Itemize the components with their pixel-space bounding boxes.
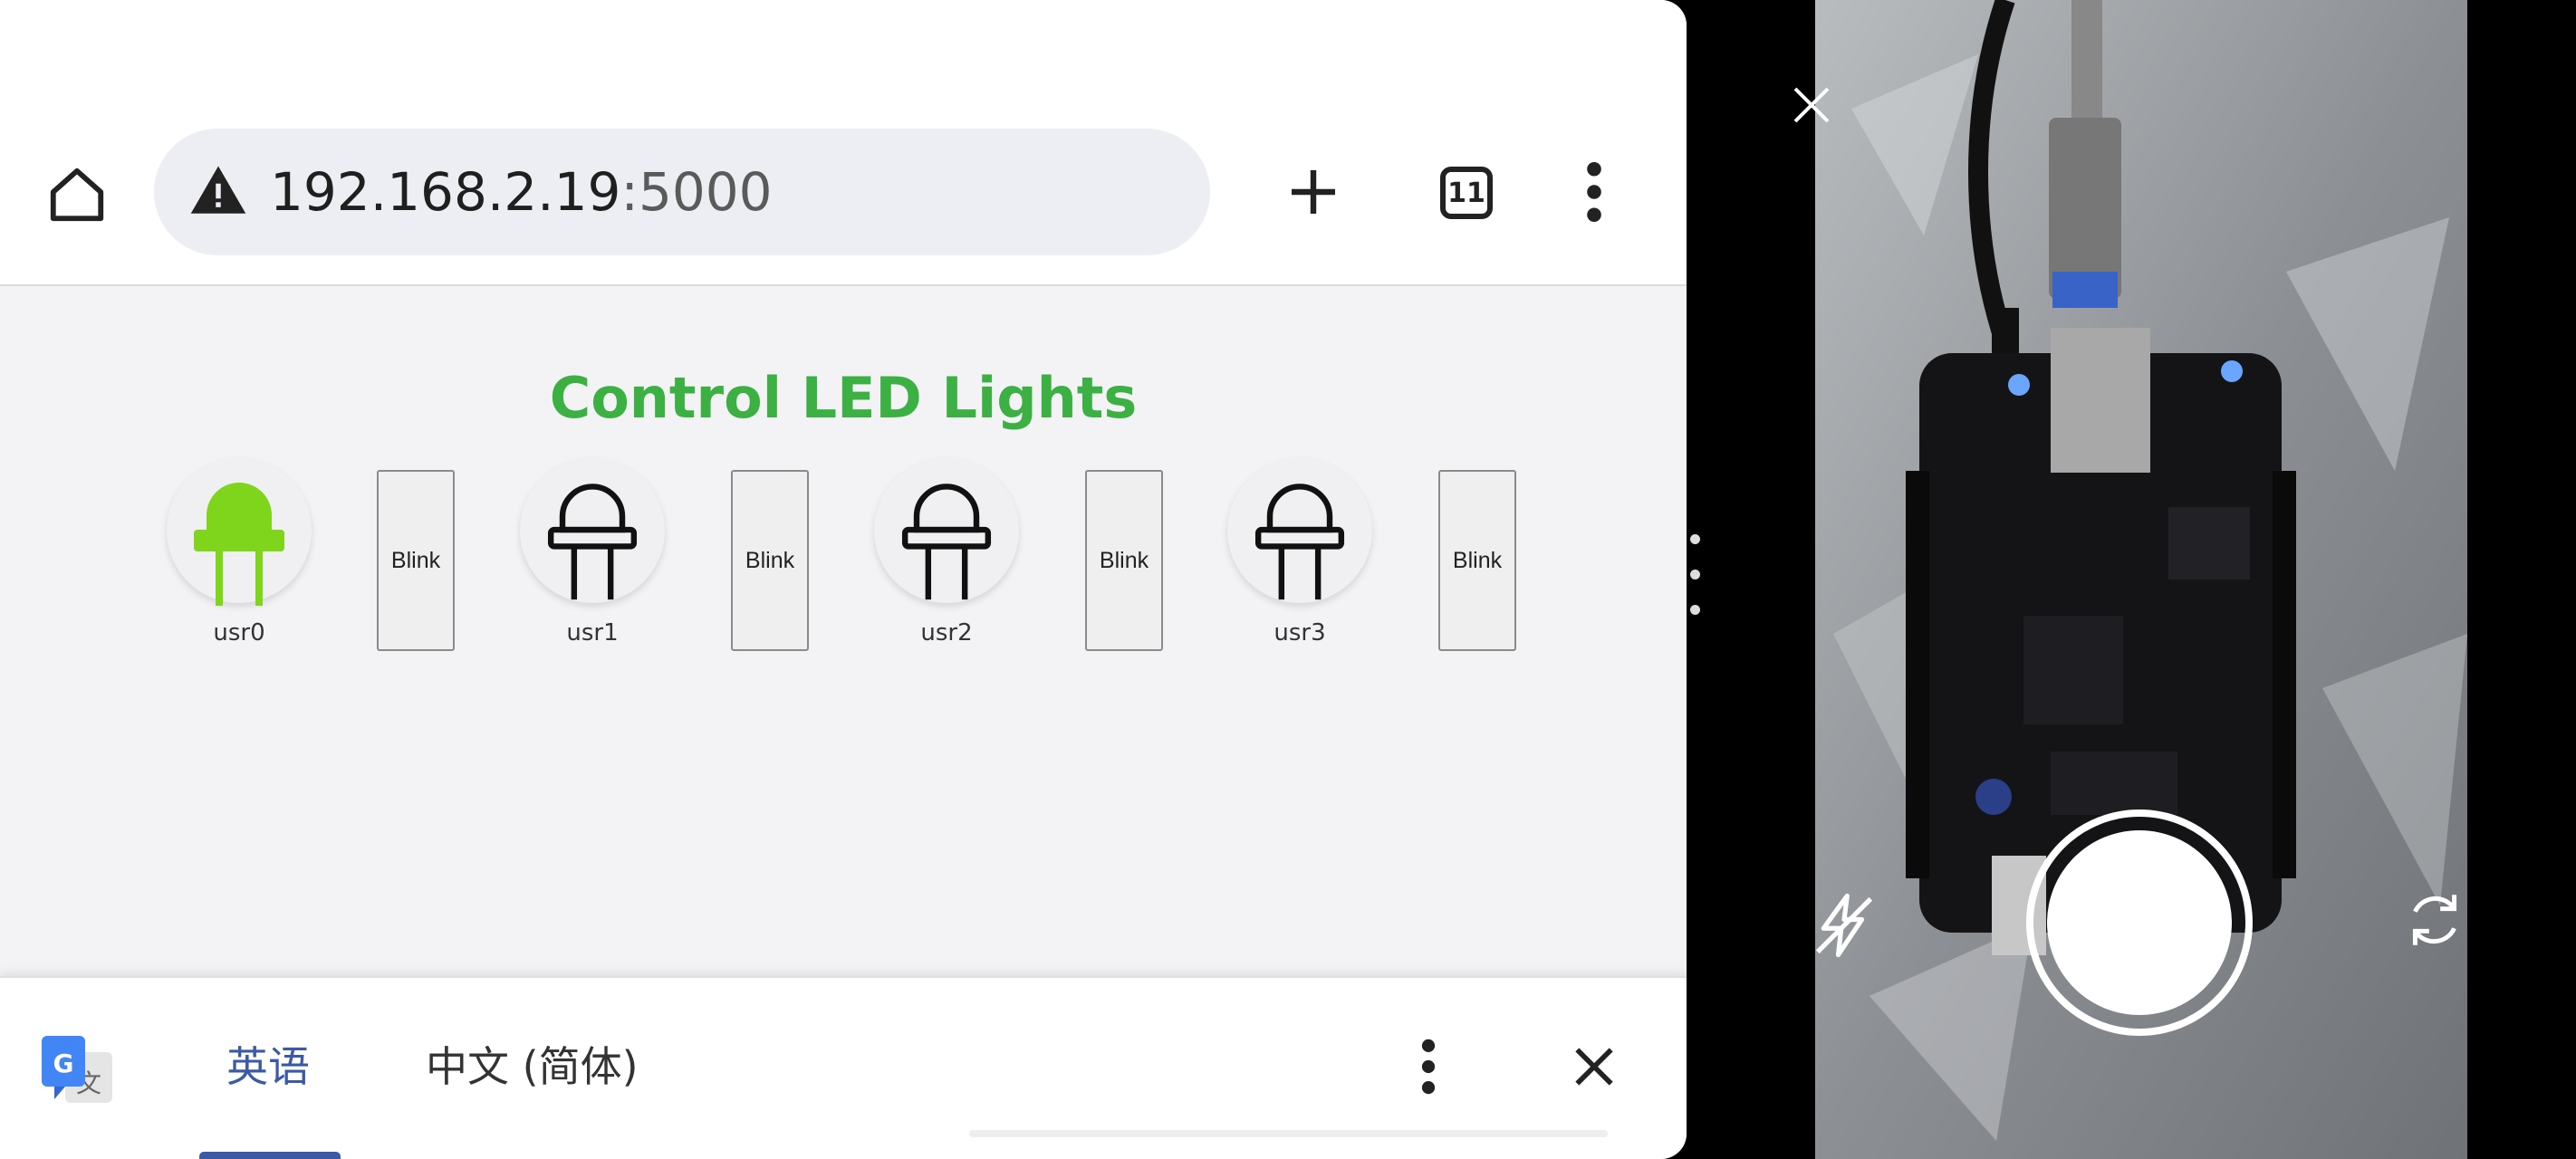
translate-bar: 文 G 英语 中文 (简体) (0, 976, 1687, 1159)
shutter-button[interactable] (2026, 809, 2253, 1036)
url-port: :5000 (620, 161, 773, 223)
led-bulb[interactable] (874, 458, 1019, 603)
warning-icon[interactable] (188, 161, 248, 221)
tab-switcher-button[interactable]: 11 (1435, 161, 1498, 225)
blink-button-usr2[interactable]: Blink (1085, 470, 1163, 651)
led-off-icon (901, 484, 992, 600)
flash-toggle-button[interactable] (1806, 887, 1882, 963)
led-bulb[interactable] (520, 458, 665, 603)
new-tab-button[interactable] (1277, 156, 1350, 228)
led-usr0[interactable]: usr0 (162, 458, 316, 647)
split-screen-divider-handle[interactable] (1690, 534, 1701, 625)
led-label: usr1 (566, 619, 619, 647)
url-text[interactable]: 192.168.2.19:5000 (270, 159, 773, 225)
led-bulb[interactable] (167, 458, 312, 606)
led-usr3[interactable]: usr3 (1223, 458, 1377, 647)
flip-camera-icon (2412, 895, 2457, 945)
blink-button-usr0[interactable]: Blink (377, 470, 455, 651)
camera-close-button[interactable] (1784, 78, 1839, 132)
shutter-inner (2047, 830, 2232, 1015)
flip-camera-button[interactable] (2398, 884, 2471, 956)
tab-target-language[interactable]: 中文 (简体) (426, 1039, 639, 1094)
tabs-icon: 11 (1440, 167, 1493, 219)
home-button[interactable] (36, 154, 118, 235)
browser-menu-button[interactable] (1576, 156, 1612, 228)
plus-icon (1292, 170, 1335, 214)
led-label: usr3 (1274, 619, 1326, 647)
led-on-icon (194, 483, 284, 606)
page-title: Control LED Lights (549, 365, 1138, 431)
close-icon (1793, 87, 1830, 123)
translate-menu-button[interactable] (1415, 1030, 1442, 1103)
led-label: usr2 (920, 619, 973, 647)
google-translate-icon: 文 G (42, 1036, 112, 1103)
blink-button-usr1[interactable]: Blink (731, 470, 809, 651)
led-usr1[interactable]: usr1 (515, 458, 669, 647)
led-label: usr0 (213, 619, 265, 647)
browser-toolbar: 192.168.2.19:5000 11 (0, 0, 1687, 286)
active-tab-indicator (199, 1152, 341, 1159)
led-off-icon (1254, 484, 1345, 600)
tab-source-language[interactable]: 英语 (226, 1039, 310, 1094)
more-vert-icon (1421, 1039, 1436, 1095)
browser-window: 192.168.2.19:5000 11 Control LED Lights (0, 0, 1687, 1159)
more-vert-icon (1587, 161, 1601, 223)
led-usr2[interactable]: usr2 (870, 458, 1024, 647)
flash-off-icon (1815, 893, 1873, 958)
translate-close-button[interactable] (1567, 1039, 1621, 1094)
blink-button-usr3[interactable]: Blink (1438, 470, 1516, 651)
address-bar[interactable]: 192.168.2.19:5000 (154, 129, 1210, 255)
led-off-icon (547, 484, 638, 600)
svg-text:G: G (53, 1049, 74, 1078)
url-host: 192.168.2.19 (270, 161, 621, 223)
close-icon (1575, 1048, 1613, 1086)
scroll-hint (969, 1130, 1608, 1137)
led-bulb[interactable] (1227, 458, 1372, 603)
home-icon (50, 168, 104, 222)
tab-count: 11 (1447, 177, 1485, 209)
